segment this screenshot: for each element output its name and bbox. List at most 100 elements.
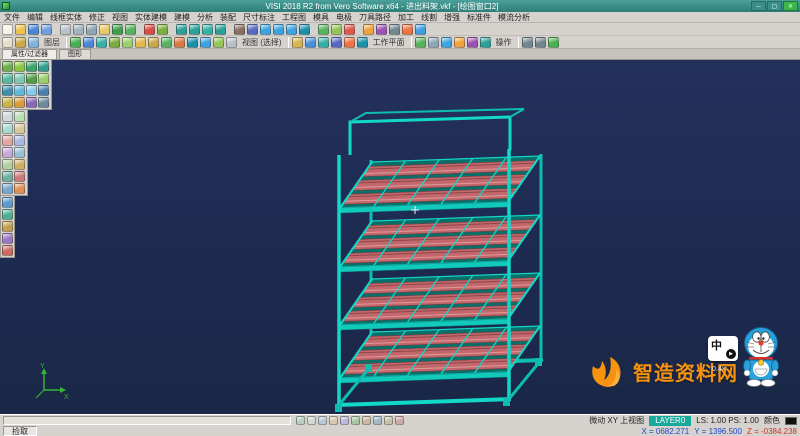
view-iso-icon[interactable] xyxy=(299,24,310,35)
menu-item[interactable]: 增强 xyxy=(444,12,460,23)
group-filter-icon[interactable] xyxy=(26,85,37,96)
minimize-button[interactable]: ─ xyxy=(751,1,766,11)
mesh-filter-icon[interactable] xyxy=(38,73,49,84)
workplane-iso-icon[interactable] xyxy=(357,37,368,48)
view-side-icon[interactable] xyxy=(286,24,297,35)
new-file-icon[interactable] xyxy=(2,24,13,35)
dimension-filter-icon[interactable] xyxy=(38,85,49,96)
zoom-fit-icon[interactable] xyxy=(215,24,226,35)
hatch-filter-icon[interactable] xyxy=(14,97,25,108)
offset-icon[interactable] xyxy=(2,159,13,170)
menu-item[interactable]: 线框实体 xyxy=(50,12,82,23)
zoom-out-icon[interactable] xyxy=(189,24,200,35)
sketch-circle-icon[interactable] xyxy=(14,111,25,122)
explode-icon[interactable] xyxy=(14,183,25,194)
select-window-icon[interactable] xyxy=(109,37,120,48)
sketch-arc-icon[interactable] xyxy=(2,123,13,134)
workplane-rotate-icon[interactable] xyxy=(331,37,342,48)
arc-filter-icon[interactable] xyxy=(38,61,49,72)
menu-item[interactable]: 视图 xyxy=(112,12,128,23)
menu-item[interactable]: 刀具路径 xyxy=(359,12,391,23)
snap-mid-icon[interactable] xyxy=(318,416,327,425)
help-icon[interactable] xyxy=(415,24,426,35)
operation-rotate-icon[interactable] xyxy=(467,37,478,48)
dynamic-input-icon[interactable] xyxy=(384,416,393,425)
current-color-swatch[interactable] xyxy=(785,417,797,425)
maximize-button[interactable]: ▢ xyxy=(767,1,782,11)
workplane-origin-icon[interactable] xyxy=(344,37,355,48)
solid-filter-icon[interactable] xyxy=(26,73,37,84)
text-filter-icon[interactable] xyxy=(2,97,13,108)
layer-visibility-icon[interactable] xyxy=(28,37,39,48)
view-dynamic-icon[interactable] xyxy=(96,37,107,48)
pan-icon[interactable] xyxy=(234,24,245,35)
sketch-rect-icon[interactable] xyxy=(14,123,25,134)
redo-view-icon[interactable] xyxy=(535,37,546,48)
menu-item[interactable]: 修正 xyxy=(89,12,105,23)
save-icon[interactable] xyxy=(28,24,39,35)
measure-icon[interactable] xyxy=(363,24,374,35)
select-color-icon[interactable] xyxy=(135,37,146,48)
workplane-standard-icon[interactable] xyxy=(292,37,303,48)
view-previous-icon[interactable] xyxy=(83,37,94,48)
select-chain-icon[interactable] xyxy=(122,37,133,48)
cut-icon[interactable] xyxy=(73,24,84,35)
shaded-view-icon[interactable] xyxy=(318,24,329,35)
menu-item[interactable]: 装配 xyxy=(220,12,236,23)
view-refresh-icon[interactable] xyxy=(70,37,81,48)
deselect-icon[interactable] xyxy=(174,37,185,48)
lock-icon[interactable] xyxy=(395,416,404,425)
undo-icon[interactable] xyxy=(112,24,123,35)
menu-item[interactable]: 模具 xyxy=(313,12,329,23)
view-front-icon[interactable] xyxy=(273,24,284,35)
menu-item[interactable]: 线割 xyxy=(421,12,437,23)
menu-item[interactable]: 尺寸标注 xyxy=(243,12,275,23)
mask-wires-icon[interactable] xyxy=(213,37,224,48)
fillet-icon[interactable] xyxy=(2,147,13,158)
layer-manager-icon[interactable] xyxy=(15,37,26,48)
shell-icon[interactable] xyxy=(2,233,13,244)
hide-entity-icon[interactable] xyxy=(344,24,355,35)
print-icon[interactable] xyxy=(60,24,71,35)
save-all-icon[interactable] xyxy=(41,24,52,35)
extrude-icon[interactable] xyxy=(2,197,13,208)
mask-solids-icon[interactable] xyxy=(187,37,198,48)
operation-array-icon[interactable] xyxy=(480,37,491,48)
operation-move-icon[interactable] xyxy=(415,37,426,48)
close-button[interactable]: ✕ xyxy=(783,1,798,11)
grid-icon[interactable] xyxy=(389,24,400,35)
snap-mode-indicator[interactable]: 微动 XY 上视图 xyxy=(589,415,644,426)
layers-dialog-icon[interactable] xyxy=(376,24,387,35)
face-filter-icon[interactable] xyxy=(14,85,25,96)
select-icon[interactable] xyxy=(157,24,168,35)
break-icon[interactable] xyxy=(14,171,25,182)
all-filter-icon[interactable] xyxy=(38,97,49,108)
operation-scale-icon[interactable] xyxy=(454,37,465,48)
view-top-icon[interactable] xyxy=(260,24,271,35)
copy-icon[interactable] xyxy=(86,24,97,35)
open-file-icon[interactable] xyxy=(15,24,26,35)
select-all-icon[interactable] xyxy=(161,37,172,48)
surface-filter-icon[interactable] xyxy=(14,73,25,84)
tab-graphics[interactable]: 图形 xyxy=(59,49,91,59)
edge-filter-icon[interactable] xyxy=(2,85,13,96)
menu-item[interactable]: 实体建模 xyxy=(135,12,167,23)
tab-properties-filters[interactable]: 属性/过滤器 xyxy=(2,49,57,59)
undo-view-icon[interactable] xyxy=(522,37,533,48)
intersect-icon[interactable] xyxy=(2,171,13,182)
menu-item[interactable]: 建模 xyxy=(174,12,190,23)
join-icon[interactable] xyxy=(2,183,13,194)
mask-faces-icon[interactable] xyxy=(200,37,211,48)
snap-grid-icon[interactable] xyxy=(296,416,305,425)
menu-item[interactable]: 模流分析 xyxy=(498,12,530,23)
layer-indicator[interactable]: LAYER0 xyxy=(649,416,691,426)
polar-icon[interactable] xyxy=(362,416,371,425)
snap-intersect-icon[interactable] xyxy=(340,416,349,425)
rotate-view-icon[interactable] xyxy=(247,24,258,35)
operation-copy-icon[interactable] xyxy=(428,37,439,48)
mask-points-icon[interactable] xyxy=(226,37,237,48)
layer-new-icon[interactable] xyxy=(2,37,13,48)
delete-icon[interactable] xyxy=(144,24,155,35)
zoom-in-icon[interactable] xyxy=(176,24,187,35)
snap-icon[interactable] xyxy=(402,24,413,35)
